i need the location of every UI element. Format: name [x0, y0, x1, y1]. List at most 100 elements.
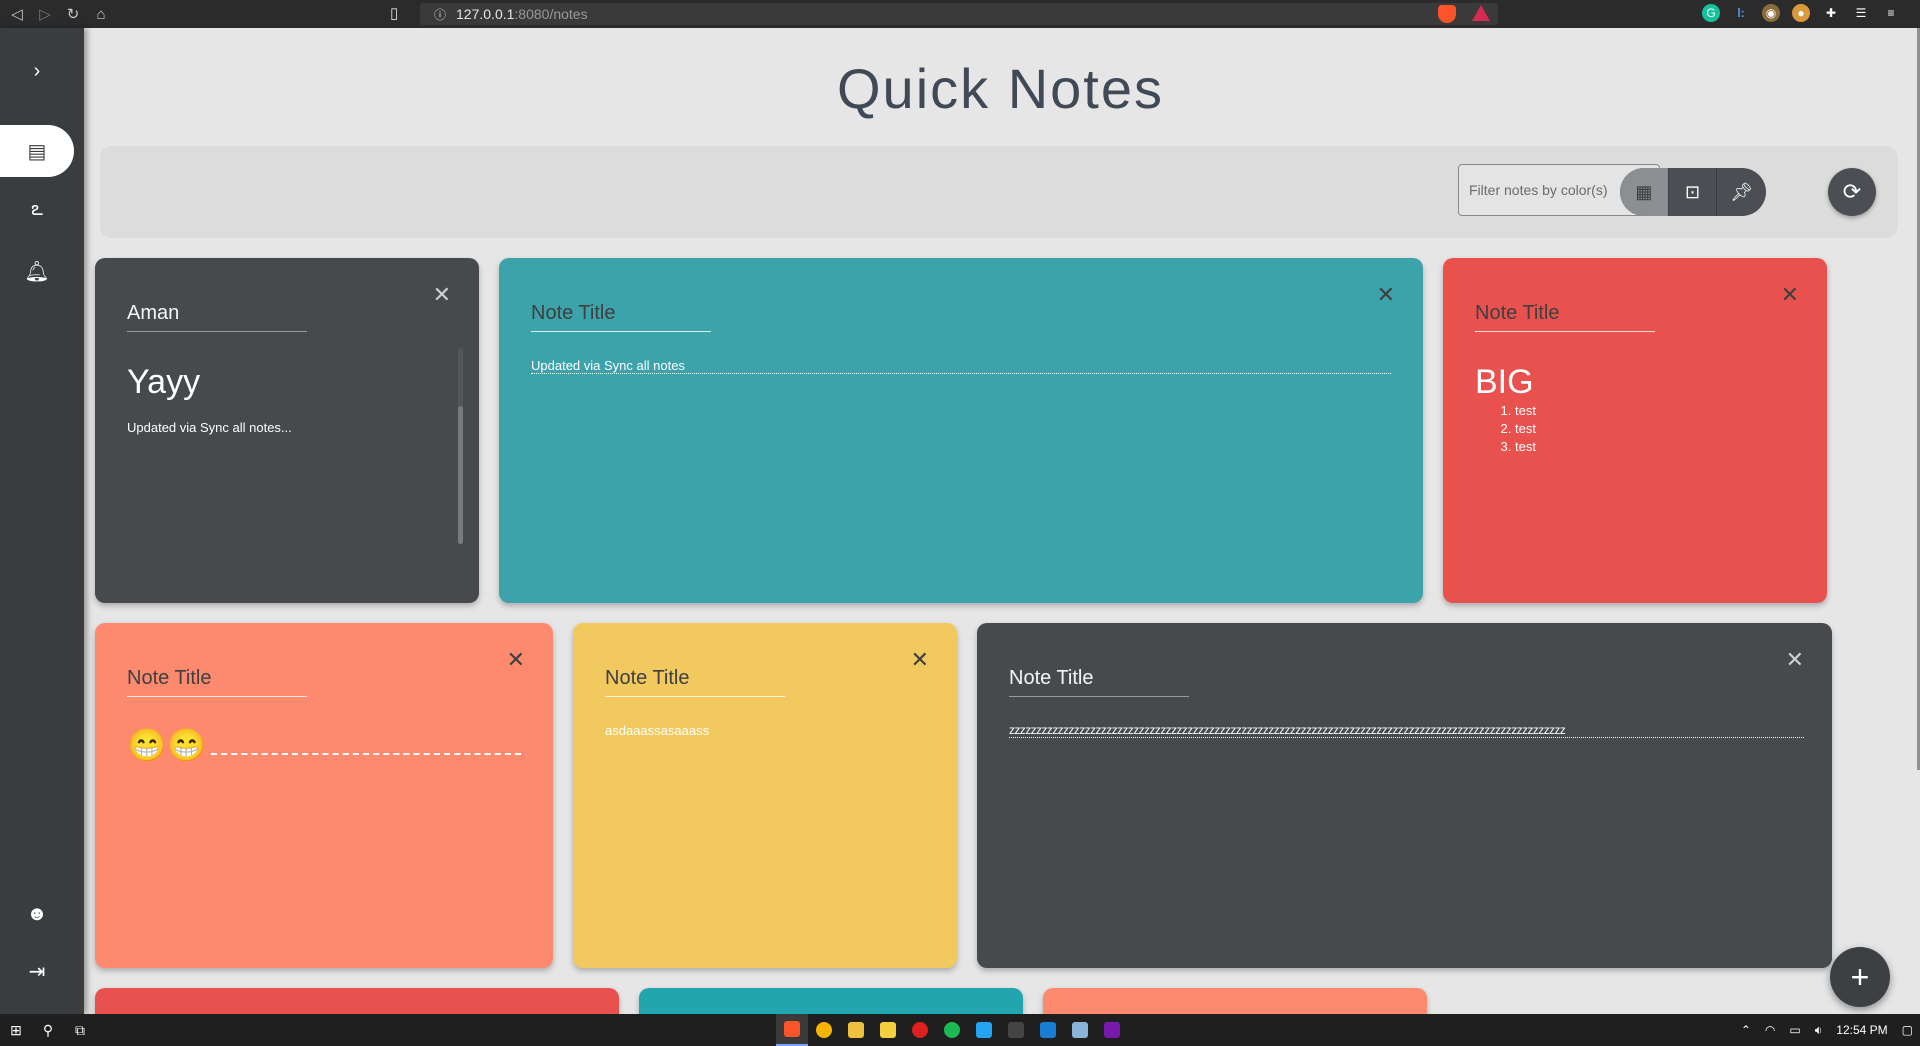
brave-shield-icon[interactable] — [1438, 5, 1456, 23]
sidebar-item-notes[interactable]: ▤ — [0, 125, 74, 177]
note-card[interactable]: Note Title ✕ asdaaassasaaass — [573, 623, 957, 968]
taskbar-app-mail[interactable] — [1032, 1014, 1064, 1046]
reading-list-icon[interactable]: ☰ — [1852, 4, 1870, 22]
expand-sidebar-icon[interactable]: › — [0, 45, 74, 97]
view-toggle-group: ▦ ⊡ 📌︎ — [1620, 168, 1766, 216]
scribble-icon: ఽ — [31, 197, 43, 220]
taskbar-app-brave[interactable] — [776, 1014, 808, 1046]
dotted-line — [210, 753, 521, 755]
folder-icon — [848, 1022, 864, 1038]
cookie-icon[interactable]: ● — [1792, 4, 1810, 22]
forward-icon[interactable]: ▷ — [34, 3, 56, 25]
note-text: asdaaassasaaass — [605, 723, 710, 738]
back-icon[interactable]: ◁ — [6, 3, 28, 25]
close-icon[interactable]: ✕ — [507, 647, 525, 673]
notes-toolbar: Filter notes by color(s) ▦ ⊡ 📌︎ ⟳ — [100, 146, 1898, 238]
task-view-icon[interactable]: ⧉ — [64, 1014, 96, 1046]
list-item: test — [1515, 438, 1536, 456]
close-icon[interactable]: ✕ — [1781, 282, 1799, 308]
sidebar-item-reminders[interactable]: 🔔︎ — [0, 245, 74, 297]
brave-icon — [784, 1021, 800, 1037]
notes-icon: ▤ — [27, 140, 47, 163]
taskbar-app-network[interactable] — [1064, 1014, 1096, 1046]
close-icon[interactable]: ✕ — [911, 647, 929, 673]
note-card[interactable]: Note Title ✕ zzzzzzzzzzzzzzzzzzzzzzzzzzz… — [977, 623, 1832, 968]
sidebar-item-doodle[interactable]: ఽ — [0, 185, 74, 237]
taskbar-app-chrome[interactable] — [808, 1014, 840, 1046]
taskbar-app-vscode[interactable] — [968, 1014, 1000, 1046]
home-icon[interactable]: ⌂ — [90, 3, 112, 25]
bell-icon: 🔔︎ — [24, 260, 50, 283]
terminal-icon — [1008, 1022, 1024, 1038]
note-title[interactable]: Note Title — [1475, 302, 1655, 332]
page-title: Quick Notes — [837, 57, 1164, 120]
taskbar-app-terminal[interactable] — [1000, 1014, 1032, 1046]
sidebar: › ▤ ఽ 🔔︎ ☻ ⇥ — [0, 28, 84, 1014]
info-icon[interactable]: ⓘ — [434, 6, 446, 23]
grid-view-button[interactable]: ▦ — [1620, 168, 1669, 216]
archive-button[interactable]: ⊡ — [1669, 168, 1718, 216]
taskbar-app-youtube[interactable] — [904, 1014, 936, 1046]
note-body[interactable]: 😁😁 — [127, 725, 521, 765]
note-card[interactable]: Note Title ✕ Updated via Sync all notes — [499, 258, 1423, 603]
note-body[interactable]: Updated via Sync all notes — [531, 358, 1391, 374]
note-title[interactable]: Note Title — [1009, 667, 1189, 697]
url-host: 127.0.0.1 — [456, 6, 515, 22]
note-scrollbar-thumb[interactable] — [458, 406, 463, 544]
mail-icon — [1040, 1022, 1056, 1038]
note-emoji: 😁😁 — [127, 727, 207, 763]
close-icon[interactable]: ✕ — [1786, 647, 1804, 673]
onenote-icon — [1104, 1022, 1120, 1038]
note-card[interactable]: Aman ✕ Yayy Updated via Sync all notes..… — [95, 258, 479, 603]
battery-icon[interactable]: ▭ — [1789, 1023, 1800, 1037]
note-title[interactable]: Note Title — [531, 302, 711, 332]
taskbar-app-notes[interactable] — [872, 1014, 904, 1046]
grid-icon: ▦ — [1635, 181, 1653, 202]
reload-icon[interactable]: ↻ — [62, 3, 84, 25]
logout-icon: ⇥ — [28, 960, 46, 983]
url-path: :8080/notes — [514, 6, 588, 22]
archive-icon: ⊡ — [1684, 181, 1701, 202]
grammarly-icon[interactable]: G — [1702, 4, 1720, 22]
note-body[interactable]: zzzzzzzzzzzzzzzzzzzzzzzzzzzzzzzzzzzzzzzz… — [1009, 723, 1804, 738]
clock[interactable]: 12:54 PM — [1836, 1023, 1887, 1037]
wifi-icon[interactable]: ◠ — [1765, 1023, 1775, 1037]
list-item: test — [1515, 402, 1536, 420]
chevron-up-icon[interactable]: ⌃ — [1741, 1023, 1751, 1037]
sidebar-item-profile[interactable]: ☻ — [0, 888, 74, 940]
note-card[interactable]: Note Title ✕ 😁😁 — [95, 623, 553, 968]
note-card[interactable]: Note Title ✕ BIG test test test — [1443, 258, 1827, 603]
note-title[interactable]: Note Title — [605, 667, 785, 697]
notification-icon[interactable]: ▢ — [1902, 1023, 1913, 1037]
puzzle-icon[interactable]: ✚ — [1822, 4, 1840, 22]
note-body[interactable]: Yayy Updated via Sync all notes... — [127, 363, 292, 435]
sync-icon: ⟳ — [1842, 179, 1862, 204]
taskbar-app-onenote[interactable] — [1096, 1014, 1128, 1046]
extensions-row: G ǀ: ◉ ● ✚ ☰ ≡ — [1702, 4, 1900, 22]
note-list: test test test — [1515, 402, 1536, 456]
note-body[interactable]: asdaaassasaaass — [605, 723, 709, 738]
brave-rewards-icon[interactable] — [1472, 5, 1490, 21]
note-body[interactable]: BIG test test test — [1475, 363, 1536, 456]
volume-icon[interactable]: 🔉︎ — [1815, 1023, 1823, 1038]
taskbar-app-explorer[interactable] — [840, 1014, 872, 1046]
taskbar-app-spotify[interactable] — [936, 1014, 968, 1046]
search-icon[interactable]: ⚲ — [32, 1014, 64, 1046]
windows-start-icon[interactable]: ⊞ — [0, 1014, 32, 1046]
extension-icon[interactable]: ǀ: — [1732, 4, 1750, 22]
note-title[interactable]: Aman — [127, 302, 307, 332]
note-title[interactable]: Note Title — [127, 667, 307, 697]
sidebar-item-logout[interactable]: ⇥ — [0, 945, 74, 997]
add-note-button[interactable]: + — [1830, 947, 1890, 1007]
pin-button[interactable]: 📌︎ — [1717, 168, 1766, 216]
note-text: Updated via Sync all notes — [531, 358, 1391, 374]
menu-icon[interactable]: ≡ — [1882, 4, 1900, 22]
note-text: Updated via Sync all notes... — [127, 420, 292, 435]
browser-toolbar: ◁ ▷ ↻ ⌂ ▯ ⓘ 127.0.0.1:8080/notes G ǀ: ◉ … — [0, 0, 1920, 28]
address-bar[interactable]: ⓘ 127.0.0.1:8080/notes — [420, 3, 1498, 25]
close-icon[interactable]: ✕ — [433, 282, 451, 308]
sync-button[interactable]: ⟳ — [1828, 168, 1876, 216]
close-icon[interactable]: ✕ — [1377, 282, 1395, 308]
bookmark-icon[interactable]: ▯ — [390, 4, 398, 22]
extension-icon[interactable]: ◉ — [1762, 4, 1780, 22]
